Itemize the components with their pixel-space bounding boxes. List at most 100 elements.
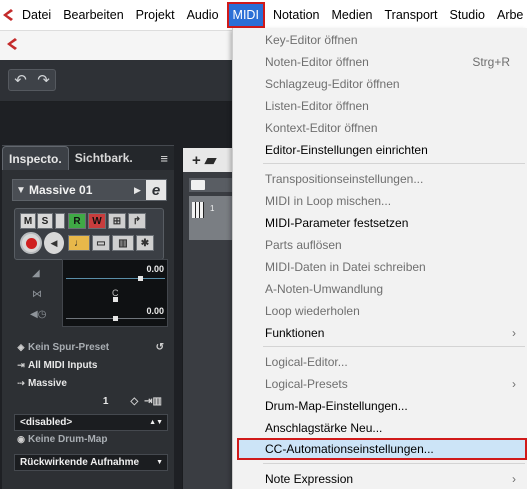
menu-projekt[interactable]: Projekt	[130, 0, 181, 30]
preset-icon: ◈	[17, 342, 25, 352]
keys-icon[interactable]: ▥	[112, 235, 134, 251]
menu-icon[interactable]: ≡	[160, 146, 174, 170]
reset-icon[interactable]: ↺	[156, 342, 164, 353]
undo-icon[interactable]: ↶	[9, 70, 32, 90]
drum-map-icon: ◉	[17, 434, 25, 444]
solo-button[interactable]: S	[37, 213, 53, 229]
menu-item-a-note-conversion[interactable]: A-Noten-Umwandlung	[233, 278, 527, 300]
track-number: 1	[210, 204, 215, 213]
edit-instrument-button[interactable]: e	[146, 180, 166, 200]
freeze-icon[interactable]: ⊞	[108, 213, 126, 229]
tab-inspector[interactable]: Inspecto.	[2, 146, 69, 170]
redo-icon[interactable]: ↷	[32, 70, 55, 90]
menu-item-functions[interactable]: Funktionen ›	[233, 322, 527, 344]
preset-label: Kein Spur-Preset	[28, 342, 110, 353]
stepper-icon[interactable]: ▲▼	[149, 419, 163, 426]
collapse-triangle-icon[interactable]: ▼	[13, 185, 29, 196]
monitor-button[interactable]: ◀	[44, 232, 64, 254]
midi-channel-row[interactable]: 1 ◇ ⇥▥	[14, 393, 168, 410]
folder-icon[interactable]: ▰	[205, 151, 217, 169]
track-controls: M S R W ⊞ ↱ ◀ ♩ ▭ ▥ ✱	[14, 208, 164, 260]
channel-settings-icon[interactable]: ◇	[130, 396, 138, 407]
menu-separator	[263, 346, 525, 347]
menu-item-write-midi-to-file[interactable]: MIDI-Daten in Datei schreiben	[233, 256, 527, 278]
menu-audio[interactable]: Audio	[181, 0, 225, 30]
volume-fader[interactable]	[66, 278, 165, 279]
menu-item-score-editor[interactable]: Noten-Editor öffnen Strg+R	[233, 51, 527, 73]
menu-item-drum-editor[interactable]: Schlagzeug-Editor öffnen	[233, 73, 527, 95]
instrument-rack-icon[interactable]: ⇥▥	[144, 396, 162, 407]
menu-item-velocity-new[interactable]: Anschlagstärke Neu...	[233, 417, 527, 439]
menu-item-logical-presets[interactable]: Logical-Presets ›	[233, 373, 527, 395]
input-icon: ⇥	[17, 360, 25, 370]
record-enable-button[interactable]	[20, 232, 42, 254]
midi-output-row[interactable]: ⇢ Massive	[14, 375, 168, 392]
midi-input-row[interactable]: ⇥ All MIDI Inputs	[14, 357, 168, 374]
menu-notation[interactable]: Notation	[267, 0, 326, 30]
inspector-panel: Inspecto. Sichtbark. ≡ ▼ Massive 01 ▶ e …	[2, 145, 174, 489]
delay-value: 0.00	[146, 306, 164, 316]
menu-item-note-expression[interactable]: Note Expression ›	[233, 468, 527, 489]
listen-button[interactable]	[55, 213, 65, 229]
piano-keys-icon	[192, 202, 204, 218]
volume-icon: ◢	[32, 268, 40, 279]
add-track-icon[interactable]: +	[192, 152, 201, 169]
menu-item-editor-settings[interactable]: Editor-Einstellungen einrichten	[233, 139, 527, 161]
inspector-tabs: Inspecto. Sichtbark. ≡	[2, 146, 174, 170]
retrospective-record-label: Rückwirkende Aufnahme	[20, 457, 140, 468]
menu-item-repeat-loop[interactable]: Loop wiederholen	[233, 300, 527, 322]
write-automation-button[interactable]: W	[88, 213, 106, 229]
fader-section: 0.00 C 0.00	[62, 259, 168, 327]
lanes-icon[interactable]: ▭	[92, 235, 110, 251]
menu-item-context-editor[interactable]: Kontext-Editor öffnen	[233, 117, 527, 139]
retrospective-record-selector[interactable]: Rückwirkende Aufnahme ▼	[14, 454, 168, 471]
dropdown-arrow-icon[interactable]: ▼	[156, 459, 163, 466]
delay-slider-handle[interactable]	[113, 316, 118, 321]
menu-item-logical-editor[interactable]: Logical-Editor...	[233, 351, 527, 373]
menu-item-freeze-midi-parameters[interactable]: MIDI-Parameter festsetzen	[233, 212, 527, 234]
submenu-arrow-icon: ›	[512, 377, 516, 391]
menu-item-transpose-settings[interactable]: Transpositionseinstellungen...	[233, 168, 527, 190]
shortcut-label: Strg+R	[472, 55, 510, 69]
pan-handle[interactable]	[113, 297, 118, 302]
edit-in-place-icon[interactable]: ↱	[128, 213, 146, 229]
tab-visibility[interactable]: Sichtbark.	[69, 146, 139, 170]
bank-value: <disabled>	[20, 417, 73, 428]
menu-bar: Datei Bearbeiten Projekt Audio MIDI Nota…	[0, 0, 527, 30]
midi-output-label: Massive	[28, 378, 67, 389]
menu-item-drum-map-settings[interactable]: Drum-Map-Einstellungen...	[233, 395, 527, 417]
submenu-arrow-icon: ›	[512, 472, 516, 486]
menu-bearbeiten[interactable]: Bearbeiten	[57, 0, 129, 30]
submenu-arrow-icon: ›	[512, 326, 516, 340]
menu-arbeitsbereiche[interactable]: Arbe	[491, 0, 527, 30]
midi-track[interactable]: 1	[189, 196, 233, 240]
menu-studio[interactable]: Studio	[444, 0, 491, 30]
folder-track[interactable]	[189, 178, 233, 192]
drum-map-row[interactable]: ◉ Keine Drum-Map	[14, 431, 168, 448]
menu-item-list-editor[interactable]: Listen-Editor öffnen	[233, 95, 527, 117]
pan-icon: ⋈	[32, 289, 42, 300]
midi-menu-dropdown: Key-Editor öffnen Noten-Editor öffnen Str…	[232, 28, 527, 489]
menu-item-cc-automation-settings[interactable]: CC-Automationseinstellungen...	[237, 438, 527, 460]
timebase-icon[interactable]: ♩	[68, 235, 90, 251]
volume-fader-handle[interactable]	[138, 276, 143, 281]
menu-transport[interactable]: Transport	[379, 0, 444, 30]
menu-midi[interactable]: MIDI	[226, 2, 265, 28]
read-automation-button[interactable]: R	[68, 213, 86, 229]
cubase-logo-icon[interactable]	[0, 0, 16, 30]
mute-button[interactable]: M	[20, 213, 36, 229]
track-name: Massive 01	[29, 183, 93, 197]
menu-datei[interactable]: Datei	[16, 0, 57, 30]
track-color-icon[interactable]: ✱	[136, 235, 154, 251]
delay-icon: ◀◷	[30, 309, 47, 320]
menu-item-merge-midi-in-loop[interactable]: MIDI in Loop mischen...	[233, 190, 527, 212]
menu-item-key-editor[interactable]: Key-Editor öffnen	[233, 29, 527, 51]
arrow-right-icon[interactable]: ▶	[134, 185, 146, 196]
menu-medien[interactable]: Medien	[326, 0, 379, 30]
undo-redo-group: ↶ ↷	[8, 69, 56, 91]
menu-item-dissolve-parts[interactable]: Parts auflösen	[233, 234, 527, 256]
track-header[interactable]: ▼ Massive 01 ▶ e	[12, 179, 167, 201]
drum-map-label: Keine Drum-Map	[28, 434, 108, 445]
bank-selector[interactable]: <disabled> ▲▼	[14, 414, 168, 431]
track-preset-row[interactable]: ◈ Kein Spur-Preset ↺	[14, 339, 168, 356]
